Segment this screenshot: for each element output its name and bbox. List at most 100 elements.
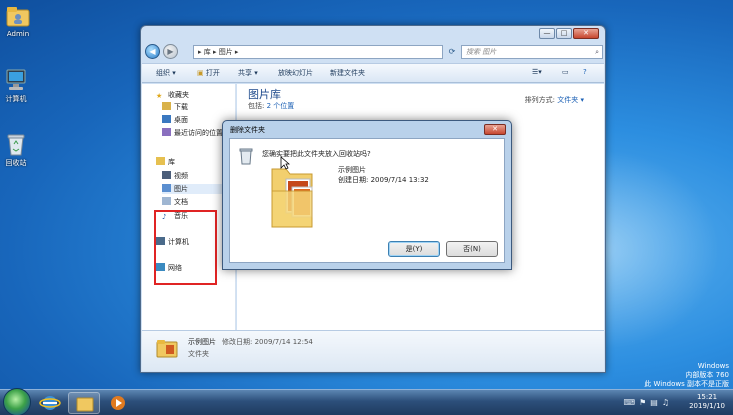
video-icon bbox=[162, 171, 171, 179]
dialog-close-button[interactable]: ✕ bbox=[484, 124, 506, 135]
refresh-icon: ⟳ bbox=[448, 47, 456, 56]
forward-button[interactable]: ▶ bbox=[163, 44, 178, 59]
desktop-icon-recycle-bin[interactable]: 回收站 bbox=[0, 132, 36, 168]
nav-videos[interactable]: 视频 bbox=[162, 171, 188, 181]
details-modified: 修改日期: 2009/7/14 12:54 bbox=[222, 338, 313, 346]
taskbar-ie[interactable] bbox=[34, 392, 66, 414]
preview-pane-icon[interactable]: ▭ bbox=[562, 68, 569, 76]
nav-downloads[interactable]: 下载 bbox=[162, 102, 188, 112]
taskbar-explorer[interactable] bbox=[68, 392, 100, 414]
new-folder-button[interactable]: 新建文件夹 bbox=[330, 68, 365, 78]
nav-desktop[interactable]: 桌面 bbox=[162, 115, 188, 125]
arrange-by: 排列方式: 文件夹 ▾ bbox=[525, 95, 584, 105]
pictures-icon bbox=[162, 184, 171, 192]
computer-icon bbox=[3, 68, 29, 92]
internet-explorer-icon bbox=[39, 396, 61, 410]
nav-pictures[interactable]: 图片 bbox=[162, 184, 222, 194]
includes-label: 包括: bbox=[248, 102, 265, 110]
share-button[interactable]: 共享 ▾ bbox=[238, 68, 258, 78]
arrange-label: 排列方式: bbox=[524, 96, 556, 104]
organize-button[interactable]: 组织 ▾ bbox=[156, 68, 176, 78]
view-options-icon[interactable]: ☰▾ bbox=[532, 68, 542, 76]
watermark-line-1: Windows bbox=[697, 362, 729, 370]
nav-documents-label: 文档 bbox=[174, 198, 188, 206]
nav-libraries[interactable]: 库 bbox=[156, 157, 175, 167]
libraries-icon bbox=[156, 157, 165, 165]
desktop-icon-label: 回收站 bbox=[5, 159, 27, 167]
window-controls: — □ ✕ bbox=[539, 28, 599, 39]
no-button[interactable]: 否(N) bbox=[446, 241, 498, 257]
nav-recent[interactable]: 最近访问的位置 bbox=[162, 128, 223, 138]
user-folder-icon bbox=[5, 4, 31, 28]
nav-documents[interactable]: 文档 bbox=[162, 197, 188, 207]
arrow-right-icon: ▶ bbox=[167, 47, 174, 56]
dialog-item-date: 创建日期: 2009/7/14 13:32 bbox=[338, 176, 429, 184]
clock[interactable]: 15:21 2019/1/10 bbox=[689, 393, 725, 411]
search-icon: ⌕ bbox=[595, 48, 599, 56]
open-button[interactable]: ▣ 打开 bbox=[197, 68, 220, 78]
dialog-item-name: 示例图片 bbox=[338, 166, 366, 174]
arrange-dropdown[interactable]: 文件夹 ▾ bbox=[557, 96, 584, 104]
desktop-icon bbox=[162, 115, 171, 123]
recycle-bin-icon bbox=[238, 147, 254, 165]
clock-date: 2019/1/10 bbox=[689, 402, 725, 410]
folder-icon bbox=[156, 338, 178, 358]
arrow-left-icon: ◀ bbox=[149, 47, 156, 56]
folder-icon bbox=[76, 397, 94, 412]
nav-pictures-label: 图片 bbox=[174, 185, 188, 193]
recycle-bin-icon bbox=[3, 132, 29, 156]
taskbar-media-player[interactable] bbox=[102, 392, 134, 414]
back-button[interactable]: ◀ bbox=[145, 44, 160, 59]
volume-icon: ♫ bbox=[661, 398, 673, 407]
details-type: 文件夹 bbox=[188, 350, 209, 358]
open-icon: ▣ bbox=[197, 69, 204, 77]
close-button[interactable]: ✕ bbox=[573, 28, 599, 39]
dialog-question: 您确实要把此文件夹放入回收站吗? bbox=[262, 150, 371, 158]
mouse-cursor-icon bbox=[280, 156, 291, 170]
language-icon: ⌨ bbox=[623, 398, 640, 407]
watermark-line-2: 内部版本 760 bbox=[685, 371, 729, 379]
yes-button[interactable]: 是(Y) bbox=[388, 241, 440, 257]
nav-recent-label: 最近访问的位置 bbox=[174, 129, 223, 137]
address-path: ▸ 库 ▸ 图片 ▸ bbox=[198, 48, 239, 56]
media-player-icon bbox=[111, 396, 125, 410]
includes-locations-link[interactable]: 2 个位置 bbox=[267, 102, 295, 110]
start-button[interactable] bbox=[3, 388, 31, 415]
nav-videos-label: 视频 bbox=[174, 172, 188, 180]
star-icon: ★ bbox=[156, 92, 163, 100]
dialog-body: 您确实要把此文件夹放入回收站吗? 示例图片 创建日期: 2009/7/14 13… bbox=[229, 138, 505, 263]
nav-favorites[interactable]: ★ 收藏夹 bbox=[156, 90, 189, 100]
details-pane: 示例图片 修改日期: 2009/7/14 12:54 文件夹 bbox=[142, 330, 604, 371]
downloads-icon bbox=[162, 102, 171, 110]
slideshow-button[interactable]: 放映幻灯片 bbox=[278, 68, 313, 78]
flag-icon: ⚑ bbox=[639, 398, 651, 407]
watermark-line-3: 此 Windows 副本不是正版 bbox=[644, 380, 729, 388]
taskbar: ⌨⚑▤♫ 15:21 2019/1/10 bbox=[0, 388, 733, 415]
search-placeholder: 搜索 图片 bbox=[466, 48, 497, 56]
library-includes: 包括: 2 个位置 bbox=[248, 101, 294, 111]
open-label: 打开 bbox=[205, 69, 220, 77]
command-bar: 组织 ▾ ▣ 打开 共享 ▾ 放映幻灯片 新建文件夹 ☰▾ ▭ ? bbox=[142, 63, 604, 83]
details-name: 示例图片 bbox=[188, 338, 216, 346]
search-input[interactable]: 搜索 图片 ⌕ bbox=[461, 45, 603, 59]
nav-downloads-label: 下载 bbox=[174, 103, 188, 111]
windows-watermark: Windows 内部版本 760 此 Windows 副本不是正版 bbox=[644, 362, 729, 389]
nav-libraries-label: 库 bbox=[168, 158, 175, 166]
address-bar[interactable]: ▸ 库 ▸ 图片 ▸ bbox=[193, 45, 443, 59]
desktop-icon-computer[interactable]: 计算机 bbox=[0, 68, 36, 104]
desktop-icon-admin[interactable]: Admin bbox=[0, 4, 38, 38]
maximize-button[interactable]: □ bbox=[556, 28, 572, 39]
system-tray[interactable]: ⌨⚑▤♫ bbox=[624, 398, 673, 407]
recent-places-icon bbox=[162, 128, 171, 136]
folder-with-photos-icon bbox=[268, 161, 318, 231]
desktop-icon-label: 计算机 bbox=[5, 95, 27, 103]
refresh-button[interactable]: ⟳ bbox=[445, 45, 459, 59]
page-title: 图片库 bbox=[248, 88, 281, 101]
delete-folder-dialog[interactable]: 删除文件夹 ✕ 您确实要把此文件夹放入回收站吗? 示例图片 创建日期: 2009… bbox=[222, 120, 512, 270]
minimize-button[interactable]: — bbox=[539, 28, 555, 39]
dialog-title: 删除文件夹 bbox=[230, 126, 265, 134]
documents-icon bbox=[162, 197, 171, 205]
clock-time: 15:21 bbox=[696, 393, 718, 401]
annotation-highlight-box bbox=[154, 210, 217, 285]
help-icon[interactable]: ? bbox=[583, 68, 587, 76]
